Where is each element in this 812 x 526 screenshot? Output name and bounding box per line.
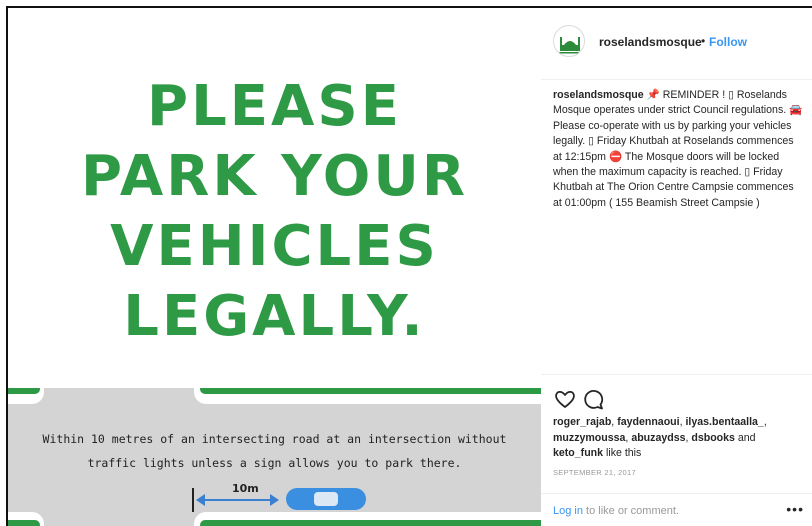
header-separator: • — [701, 34, 706, 48]
caption-username[interactable]: roselandsmosque — [553, 89, 644, 101]
post-actions: roger_rajab, faydennaoui, ilyas.bentaall… — [541, 374, 812, 526]
liker-username[interactable]: roger_rajab — [553, 416, 611, 428]
post-image: PLEASE PARK YOUR VEHICLES LEGALLY. Withi… — [8, 8, 541, 526]
heart-icon[interactable] — [553, 387, 577, 411]
post-date[interactable]: SEPTEMBER 21, 2017 — [553, 468, 636, 477]
green-strip-bottom-left — [8, 520, 40, 526]
green-strip-bottom-right — [200, 520, 541, 526]
distance-arrow — [204, 499, 270, 501]
road-rule-text-1: Within 10 metres of an intersecting road… — [42, 432, 507, 446]
road-illustration: Within 10 metres of an intersecting road… — [8, 388, 541, 526]
likes-separator: , — [763, 416, 767, 428]
road-rule-text-2: traffic lights unless a sign allows you … — [87, 456, 462, 470]
comment-icon[interactable] — [581, 387, 605, 411]
post-sidebar: roselandsmosque • Follow roselandsmosque… — [541, 8, 812, 526]
liker-username[interactable]: dsbooks — [691, 432, 735, 444]
post-caption: roselandsmosque 📌 REMINDER ! ▯ Roselands… — [553, 88, 805, 211]
mosque-logo-icon — [559, 37, 581, 54]
caption-text: 📌 REMINDER ! ▯ Roselands Mosque operates… — [553, 89, 803, 209]
post-header: roselandsmosque • Follow — [541, 8, 812, 80]
avatar[interactable] — [553, 25, 585, 57]
follow-button[interactable]: Follow — [709, 35, 747, 49]
liker-username[interactable]: ilyas.bentaalla_ — [685, 416, 763, 428]
car-window — [314, 492, 338, 506]
liker-username[interactable]: abuzaydss — [631, 432, 685, 444]
header-username[interactable]: roselandsmosque — [599, 35, 702, 49]
distance-label: 10m — [232, 482, 259, 495]
more-options-icon[interactable]: ••• — [786, 501, 804, 517]
likes-suffix: like this — [603, 447, 642, 460]
green-strip-top-right — [200, 388, 541, 394]
likes-and: and — [734, 431, 756, 444]
likes-summary: roger_rajab, faydennaoui, ilyas.bentaall… — [553, 415, 803, 462]
login-prompt-text: to like or comment. — [582, 505, 679, 517]
intersection-marker — [192, 488, 194, 512]
login-link[interactable]: Log in — [553, 505, 583, 517]
headline-line: LEGALLY. — [123, 284, 426, 349]
liker-username[interactable]: keto_funk — [553, 447, 603, 459]
headline-line: PARK YOUR — [80, 144, 468, 209]
headline: PLEASE PARK YOUR VEHICLES LEGALLY. — [8, 72, 541, 352]
liker-username[interactable]: muzzymoussa — [553, 432, 625, 444]
login-prompt: Log in to like or comment. — [553, 505, 679, 517]
arrow-right-head — [270, 494, 279, 506]
car-icon — [286, 488, 366, 510]
comment-bar: Log in to like or comment. ••• — [541, 493, 812, 526]
green-strip-top-left — [8, 388, 40, 394]
headline-line: PLEASE — [147, 74, 402, 139]
liker-username[interactable]: faydennaoui — [617, 416, 679, 428]
headline-line: VEHICLES — [110, 214, 439, 279]
